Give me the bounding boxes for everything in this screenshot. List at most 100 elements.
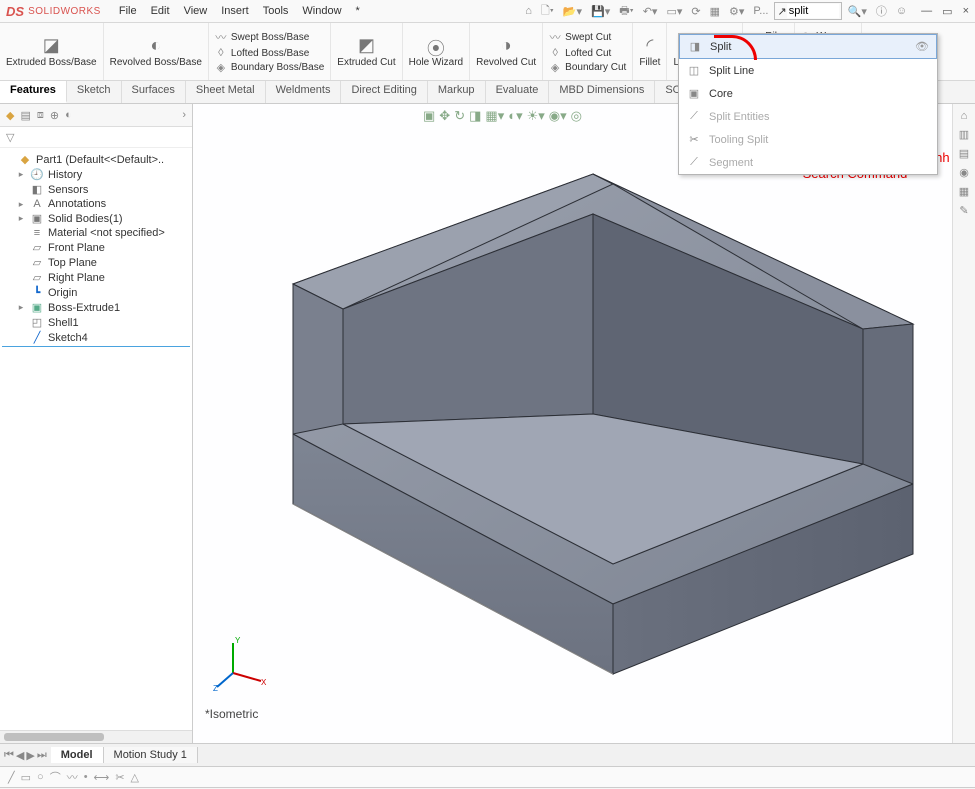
options-icon[interactable]: ▦ xyxy=(710,5,720,18)
tree-scrollbar[interactable] xyxy=(0,730,192,743)
menu-edit[interactable]: Edit xyxy=(151,5,170,17)
disp-tab-icon[interactable]: ◐ xyxy=(65,109,72,121)
tree-filter[interactable]: ▽ xyxy=(0,127,192,148)
tree-origin[interactable]: ┗Origin xyxy=(2,285,190,300)
tab-prev-icon[interactable]: ◀ xyxy=(16,749,24,762)
hole-wizard-button[interactable]: ⦿ Hole Wizard xyxy=(403,23,470,80)
sk-circle-icon[interactable]: ○ xyxy=(37,771,44,783)
cfg-tab-icon[interactable]: ⧈ xyxy=(37,109,44,122)
menu-file[interactable]: File xyxy=(119,5,137,17)
pm-tab-icon[interactable]: ▤ xyxy=(20,109,30,122)
user-icon[interactable]: ☺ xyxy=(896,5,907,17)
tab-last-icon[interactable]: ⏭ xyxy=(37,749,47,762)
tree-boss-extrude[interactable]: ▸▣Boss-Extrude1 xyxy=(2,300,190,315)
trunc-p[interactable]: P... xyxy=(753,5,768,17)
undo-icon[interactable]: ↶▾ xyxy=(643,5,658,18)
sk-arc-icon[interactable]: ⌒ xyxy=(50,769,61,785)
lofted-cut-button[interactable]: ◊Lofted Cut xyxy=(549,47,626,59)
tab-sheetmetal[interactable]: Sheet Metal xyxy=(186,81,266,103)
graphics-viewport[interactable]: ▣ ✥ ↻ ◨ ▦▾ ◐▾ ☀▾ ◉▾ ◎ Tìm kiếm lệnh "Spl… xyxy=(193,104,952,743)
expand-icon[interactable]: › xyxy=(182,109,186,121)
segment-icon: ⟋ xyxy=(687,156,701,169)
home-icon[interactable]: ⌂ xyxy=(525,5,532,17)
tree-top-plane[interactable]: ▱Top Plane xyxy=(2,255,190,270)
minimize-button[interactable]: — xyxy=(921,5,932,18)
menu-star[interactable]: * xyxy=(356,5,360,17)
tab-markup[interactable]: Markup xyxy=(428,81,486,103)
app-logo: DS SOLIDWORKS xyxy=(6,4,101,19)
tab-sketch[interactable]: Sketch xyxy=(67,81,122,103)
print-icon[interactable]: 🖶▾ xyxy=(619,2,633,21)
maximize-button[interactable]: ▭ xyxy=(942,5,952,18)
tree-annotations[interactable]: ▸AAnnotations xyxy=(2,197,190,211)
dd-split-line[interactable]: ◫Split Line xyxy=(679,59,937,82)
view-orientation-label: *Isometric xyxy=(205,707,258,721)
taskpane-prop-icon[interactable]: ▦ xyxy=(959,185,969,198)
open-icon[interactable]: 📂▾ xyxy=(563,5,582,18)
close-button[interactable]: × xyxy=(963,5,969,18)
extruded-cut-button[interactable]: ◩ Extruded Cut xyxy=(331,23,402,80)
tree-right-plane[interactable]: ▱Right Plane xyxy=(2,270,190,285)
extcut-icon: ◩ xyxy=(358,35,375,57)
taskpane-home-icon[interactable]: ⌂ xyxy=(961,110,968,122)
sk-spline-icon[interactable]: 〰 xyxy=(67,769,78,785)
help-icon[interactable]: ⓘ xyxy=(876,3,887,19)
sk-point-icon[interactable]: • xyxy=(84,771,88,783)
fm-tab-icon[interactable]: ◆ xyxy=(6,109,14,122)
tree-sketch[interactable]: ╱Sketch4 xyxy=(2,330,190,347)
btab-motion[interactable]: Motion Study 1 xyxy=(104,747,198,763)
boundary-boss-button[interactable]: ◈Boundary Boss/Base xyxy=(215,61,324,74)
dd-split-entities: ⟋Split Entities xyxy=(679,105,937,128)
feature-tree: ◆Part1 (Default<<Default>.. ▸🕘History ◧S… xyxy=(0,148,192,730)
btab-model[interactable]: Model xyxy=(51,747,104,763)
tree-history[interactable]: ▸🕘History xyxy=(2,167,190,182)
menu-window[interactable]: Window xyxy=(302,5,341,17)
taskpane-forum-icon[interactable]: ✎ xyxy=(959,204,968,217)
search-dropdown-icon[interactable]: 🔍▾ xyxy=(848,5,867,18)
dd-split[interactable]: ◨Split xyxy=(679,34,937,59)
sk-dim-icon[interactable]: ⟷ xyxy=(94,771,110,784)
menu-view[interactable]: View xyxy=(184,5,208,17)
tree-root[interactable]: ◆Part1 (Default<<Default>.. xyxy=(2,152,190,167)
tab-features[interactable]: Features xyxy=(0,81,67,103)
lofted-boss-button[interactable]: ◊Lofted Boss/Base xyxy=(215,47,324,59)
boundary-icon: ◈ xyxy=(215,61,227,74)
search-input[interactable] xyxy=(787,4,839,18)
tab-evaluate[interactable]: Evaluate xyxy=(486,81,550,103)
tree-front-plane[interactable]: ▱Front Plane xyxy=(2,240,190,255)
tab-directediting[interactable]: Direct Editing xyxy=(341,81,427,103)
save-icon[interactable]: 💾▾ xyxy=(591,5,610,18)
new-icon[interactable]: 🗋▾ xyxy=(541,2,554,21)
revolved-boss-button[interactable]: ◐ Revolved Boss/Base xyxy=(104,23,209,80)
window-buttons: — ▭ × xyxy=(921,5,969,18)
swept-boss-button[interactable]: 〰Swept Boss/Base xyxy=(215,29,324,45)
tree-solid-bodies[interactable]: ▸▣Solid Bodies(1) xyxy=(2,211,190,226)
boundary-cut-button[interactable]: ◈Boundary Cut xyxy=(549,61,626,74)
tab-mbd[interactable]: MBD Dimensions xyxy=(549,81,655,103)
tree-shell[interactable]: ◰Shell1 xyxy=(2,315,190,330)
select-icon[interactable]: ▭▾ xyxy=(666,5,682,18)
tree-material[interactable]: ≡Material <not specified> xyxy=(2,226,190,240)
tab-weldments[interactable]: Weldments xyxy=(266,81,342,103)
rebuild-icon[interactable]: ⟳ xyxy=(691,5,700,18)
sk-trim-icon[interactable]: ✂ xyxy=(115,771,124,784)
dim-tab-icon[interactable]: ⊕ xyxy=(50,109,59,122)
tab-next-icon[interactable]: ▶ xyxy=(26,749,34,762)
extruded-boss-button[interactable]: ◪ Extruded Boss/Base xyxy=(0,23,104,80)
sk-mirror-icon[interactable]: △ xyxy=(131,771,139,784)
tab-surfaces[interactable]: Surfaces xyxy=(122,81,186,103)
fillet-button[interactable]: ◜ Fillet xyxy=(633,23,667,80)
sk-line-icon[interactable]: ╱ xyxy=(8,771,15,784)
eye-icon[interactable]: 👁 xyxy=(915,40,929,53)
taskpane-lib-icon[interactable]: ▥ xyxy=(959,128,969,141)
sk-rect-icon[interactable]: ▭ xyxy=(21,771,31,784)
menu-tools[interactable]: Tools xyxy=(263,5,289,17)
gear-icon[interactable]: ⚙▾ xyxy=(729,5,744,18)
menu-insert[interactable]: Insert xyxy=(221,5,249,17)
revolved-cut-button[interactable]: ◑ Revolved Cut xyxy=(470,23,543,80)
dd-core[interactable]: ▣Core xyxy=(679,82,937,105)
tab-first-icon[interactable]: ⏮ xyxy=(4,749,14,762)
search-command[interactable]: ↗ xyxy=(774,2,841,20)
tree-sensors[interactable]: ◧Sensors xyxy=(2,182,190,197)
swept-cut-button[interactable]: 〰Swept Cut xyxy=(549,29,626,45)
